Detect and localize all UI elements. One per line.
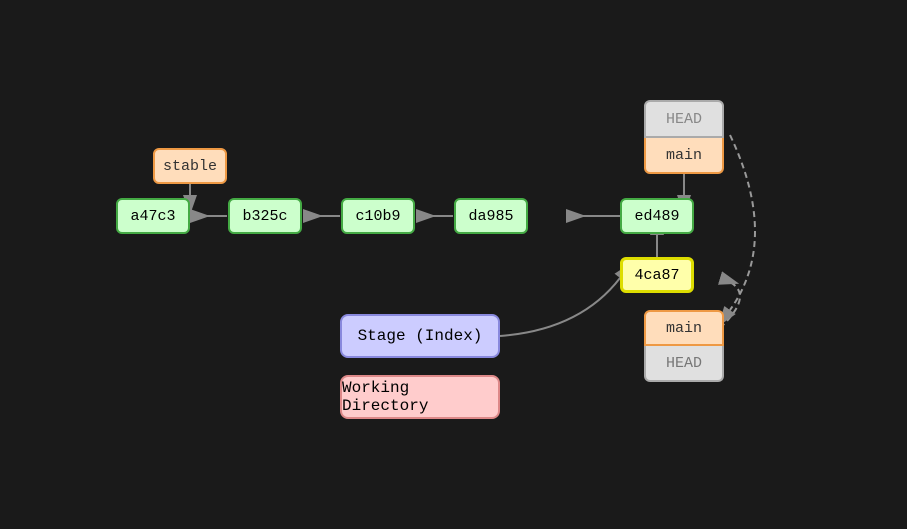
commit-ed489: ed489 [620, 198, 694, 234]
commit-a47c3: a47c3 [116, 198, 190, 234]
commit-4ca87: 4ca87 [620, 257, 694, 293]
ref-stable: stable [153, 148, 227, 184]
arrows-svg [0, 0, 907, 529]
commit-c10b9: c10b9 [341, 198, 415, 234]
stage-index-box: Stage (Index) [340, 314, 500, 358]
commit-da985: da985 [454, 198, 528, 234]
main-head-bottom-group: main HEAD [644, 310, 724, 382]
diagram: a47c3 b325c c10b9 da985 ed489 4ca87 stab… [0, 0, 907, 529]
head-main-group: HEAD main [644, 100, 724, 174]
head-label-bottom: HEAD [644, 346, 724, 382]
main-label-top: main [644, 138, 724, 174]
working-directory-box: Working Directory [340, 375, 500, 419]
commit-b325c: b325c [228, 198, 302, 234]
head-label: HEAD [644, 100, 724, 138]
main-label-bottom: main [644, 310, 724, 346]
